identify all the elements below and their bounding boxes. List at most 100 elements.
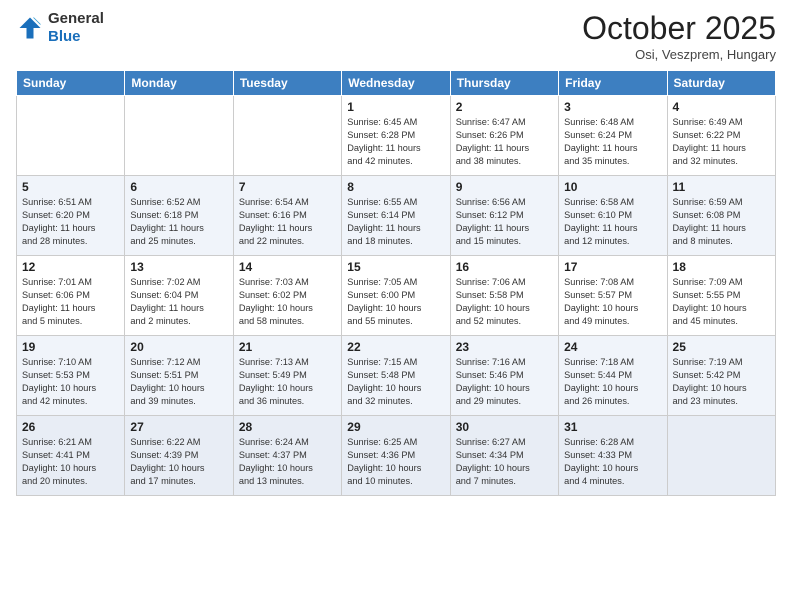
col-friday: Friday bbox=[559, 71, 667, 96]
day-number: 31 bbox=[564, 420, 661, 434]
day-info: Sunrise: 7:13 AM Sunset: 5:49 PM Dayligh… bbox=[239, 356, 336, 408]
table-row: 24 Sunrise: 7:18 AM Sunset: 5:44 PM Dayli… bbox=[559, 336, 667, 416]
day-info: Sunrise: 7:09 AM Sunset: 5:55 PM Dayligh… bbox=[673, 276, 770, 328]
table-row bbox=[667, 416, 775, 496]
table-row: 29 Sunrise: 6:25 AM Sunset: 4:36 PM Dayli… bbox=[342, 416, 450, 496]
col-saturday: Saturday bbox=[667, 71, 775, 96]
day-number: 19 bbox=[22, 340, 119, 354]
day-info: Sunrise: 7:06 AM Sunset: 5:58 PM Dayligh… bbox=[456, 276, 553, 328]
calendar-header-row: Sunday Monday Tuesday Wednesday Thursday… bbox=[17, 71, 776, 96]
table-row: 18 Sunrise: 7:09 AM Sunset: 5:55 PM Dayli… bbox=[667, 256, 775, 336]
day-info: Sunrise: 7:08 AM Sunset: 5:57 PM Dayligh… bbox=[564, 276, 661, 328]
day-number: 6 bbox=[130, 180, 227, 194]
table-row bbox=[125, 96, 233, 176]
table-row: 22 Sunrise: 7:15 AM Sunset: 5:48 PM Dayli… bbox=[342, 336, 450, 416]
day-info: Sunrise: 7:05 AM Sunset: 6:00 PM Dayligh… bbox=[347, 276, 444, 328]
logo-general: General bbox=[48, 10, 104, 27]
table-row: 3Sunrise: 6:48 AM Sunset: 6:24 PM Daylig… bbox=[559, 96, 667, 176]
day-number: 29 bbox=[347, 420, 444, 434]
col-monday: Monday bbox=[125, 71, 233, 96]
day-info: Sunrise: 6:51 AM Sunset: 6:20 PM Dayligh… bbox=[22, 196, 119, 248]
month-title: October 2025 bbox=[582, 10, 776, 47]
day-info: Sunrise: 6:49 AM Sunset: 6:22 PM Dayligh… bbox=[673, 116, 770, 168]
table-row: 9 Sunrise: 6:56 AM Sunset: 6:12 PM Daylig… bbox=[450, 176, 558, 256]
logo-icon bbox=[16, 14, 44, 42]
day-number: 23 bbox=[456, 340, 553, 354]
day-info: Sunrise: 6:22 AM Sunset: 4:39 PM Dayligh… bbox=[130, 436, 227, 488]
day-info: Sunrise: 7:18 AM Sunset: 5:44 PM Dayligh… bbox=[564, 356, 661, 408]
logo: General Blue bbox=[16, 10, 104, 46]
table-row: 31Sunrise: 6:28 AM Sunset: 4:33 PM Dayli… bbox=[559, 416, 667, 496]
table-row: 26 Sunrise: 6:21 AM Sunset: 4:41 PM Dayli… bbox=[17, 416, 125, 496]
day-info: Sunrise: 6:47 AM Sunset: 6:26 PM Dayligh… bbox=[456, 116, 553, 168]
day-info: Sunrise: 6:55 AM Sunset: 6:14 PM Dayligh… bbox=[347, 196, 444, 248]
day-info: Sunrise: 6:27 AM Sunset: 4:34 PM Dayligh… bbox=[456, 436, 553, 488]
day-number: 13 bbox=[130, 260, 227, 274]
day-number: 18 bbox=[673, 260, 770, 274]
day-info: Sunrise: 7:01 AM Sunset: 6:06 PM Dayligh… bbox=[22, 276, 119, 328]
table-row bbox=[233, 96, 341, 176]
day-info: Sunrise: 6:58 AM Sunset: 6:10 PM Dayligh… bbox=[564, 196, 661, 248]
day-info: Sunrise: 7:02 AM Sunset: 6:04 PM Dayligh… bbox=[130, 276, 227, 328]
day-number: 27 bbox=[130, 420, 227, 434]
day-info: Sunrise: 6:54 AM Sunset: 6:16 PM Dayligh… bbox=[239, 196, 336, 248]
table-row: 2 Sunrise: 6:47 AM Sunset: 6:26 PM Daylig… bbox=[450, 96, 558, 176]
table-row: 20Sunrise: 7:12 AM Sunset: 5:51 PM Dayli… bbox=[125, 336, 233, 416]
day-number: 11 bbox=[673, 180, 770, 194]
day-number: 8 bbox=[347, 180, 444, 194]
calendar-table: Sunday Monday Tuesday Wednesday Thursday… bbox=[16, 70, 776, 496]
day-number: 25 bbox=[673, 340, 770, 354]
day-number: 30 bbox=[456, 420, 553, 434]
day-info: Sunrise: 7:15 AM Sunset: 5:48 PM Dayligh… bbox=[347, 356, 444, 408]
table-row: 5 Sunrise: 6:51 AM Sunset: 6:20 PM Daylig… bbox=[17, 176, 125, 256]
calendar-week-row: 26 Sunrise: 6:21 AM Sunset: 4:41 PM Dayli… bbox=[17, 416, 776, 496]
day-number: 10 bbox=[564, 180, 661, 194]
day-number: 21 bbox=[239, 340, 336, 354]
logo-text: General Blue bbox=[48, 10, 104, 46]
day-number: 26 bbox=[22, 420, 119, 434]
col-sunday: Sunday bbox=[17, 71, 125, 96]
calendar-week-row: 12 Sunrise: 7:01 AM Sunset: 6:06 PM Dayli… bbox=[17, 256, 776, 336]
col-wednesday: Wednesday bbox=[342, 71, 450, 96]
table-row: 15 Sunrise: 7:05 AM Sunset: 6:00 PM Dayli… bbox=[342, 256, 450, 336]
day-number: 2 bbox=[456, 100, 553, 114]
title-block: October 2025 Osi, Veszprem, Hungary bbox=[582, 10, 776, 62]
table-row: 12 Sunrise: 7:01 AM Sunset: 6:06 PM Dayli… bbox=[17, 256, 125, 336]
day-number: 7 bbox=[239, 180, 336, 194]
col-thursday: Thursday bbox=[450, 71, 558, 96]
day-number: 24 bbox=[564, 340, 661, 354]
table-row: 7 Sunrise: 6:54 AM Sunset: 6:16 PM Daylig… bbox=[233, 176, 341, 256]
table-row: 14 Sunrise: 7:03 AM Sunset: 6:02 PM Dayli… bbox=[233, 256, 341, 336]
calendar-week-row: 1 Sunrise: 6:45 AM Sunset: 6:28 PM Daylig… bbox=[17, 96, 776, 176]
day-number: 15 bbox=[347, 260, 444, 274]
table-row: 4Sunrise: 6:49 AM Sunset: 6:22 PM Daylig… bbox=[667, 96, 775, 176]
day-number: 22 bbox=[347, 340, 444, 354]
table-row: 1 Sunrise: 6:45 AM Sunset: 6:28 PM Daylig… bbox=[342, 96, 450, 176]
day-info: Sunrise: 6:45 AM Sunset: 6:28 PM Dayligh… bbox=[347, 116, 444, 168]
table-row: 16 Sunrise: 7:06 AM Sunset: 5:58 PM Dayli… bbox=[450, 256, 558, 336]
table-row bbox=[17, 96, 125, 176]
table-row: 6Sunrise: 6:52 AM Sunset: 6:18 PM Daylig… bbox=[125, 176, 233, 256]
day-number: 12 bbox=[22, 260, 119, 274]
table-row: 17Sunrise: 7:08 AM Sunset: 5:57 PM Dayli… bbox=[559, 256, 667, 336]
day-number: 5 bbox=[22, 180, 119, 194]
table-row: 27 Sunrise: 6:22 AM Sunset: 4:39 PM Dayli… bbox=[125, 416, 233, 496]
day-number: 16 bbox=[456, 260, 553, 274]
day-number: 14 bbox=[239, 260, 336, 274]
header: General Blue October 2025 Osi, Veszprem,… bbox=[16, 10, 776, 62]
day-info: Sunrise: 6:56 AM Sunset: 6:12 PM Dayligh… bbox=[456, 196, 553, 248]
day-number: 1 bbox=[347, 100, 444, 114]
day-number: 9 bbox=[456, 180, 553, 194]
table-row: 21 Sunrise: 7:13 AM Sunset: 5:49 PM Dayli… bbox=[233, 336, 341, 416]
day-info: Sunrise: 6:48 AM Sunset: 6:24 PM Dayligh… bbox=[564, 116, 661, 168]
logo-blue: Blue bbox=[48, 28, 81, 45]
day-info: Sunrise: 7:16 AM Sunset: 5:46 PM Dayligh… bbox=[456, 356, 553, 408]
table-row: 11Sunrise: 6:59 AM Sunset: 6:08 PM Dayli… bbox=[667, 176, 775, 256]
table-row: 10 Sunrise: 6:58 AM Sunset: 6:10 PM Dayli… bbox=[559, 176, 667, 256]
day-info: Sunrise: 7:03 AM Sunset: 6:02 PM Dayligh… bbox=[239, 276, 336, 328]
day-info: Sunrise: 7:12 AM Sunset: 5:51 PM Dayligh… bbox=[130, 356, 227, 408]
table-row: 28Sunrise: 6:24 AM Sunset: 4:37 PM Dayli… bbox=[233, 416, 341, 496]
calendar-week-row: 19Sunrise: 7:10 AM Sunset: 5:53 PM Dayli… bbox=[17, 336, 776, 416]
day-info: Sunrise: 6:25 AM Sunset: 4:36 PM Dayligh… bbox=[347, 436, 444, 488]
day-info: Sunrise: 6:21 AM Sunset: 4:41 PM Dayligh… bbox=[22, 436, 119, 488]
